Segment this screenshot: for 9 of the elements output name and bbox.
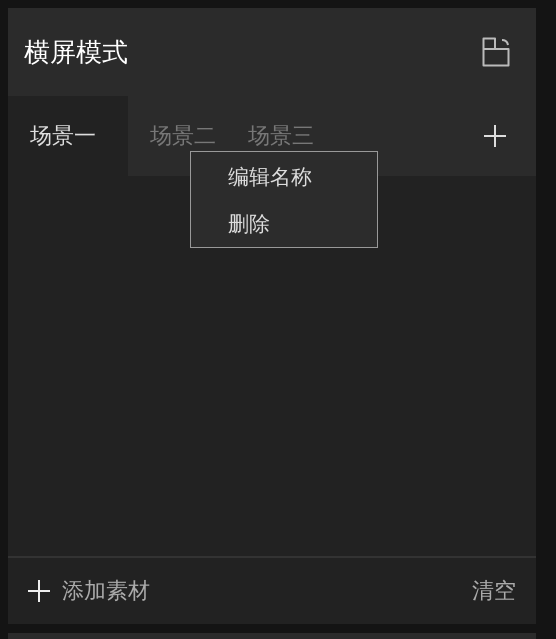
clear-button[interactable]: 清空 <box>472 576 516 606</box>
plus-icon <box>28 580 50 602</box>
menu-item[interactable]: 删除 <box>228 209 377 256</box>
rotate-screen-icon[interactable] <box>482 37 510 67</box>
add-icon[interactable] <box>484 125 506 147</box>
scene-tab[interactable]: 场景一 <box>8 96 128 176</box>
panel-title: 横屏模式 <box>24 36 128 70</box>
menu-item[interactable]: 编辑名称 <box>228 162 377 209</box>
add-material-button[interactable]: 添加素材 <box>28 576 150 606</box>
